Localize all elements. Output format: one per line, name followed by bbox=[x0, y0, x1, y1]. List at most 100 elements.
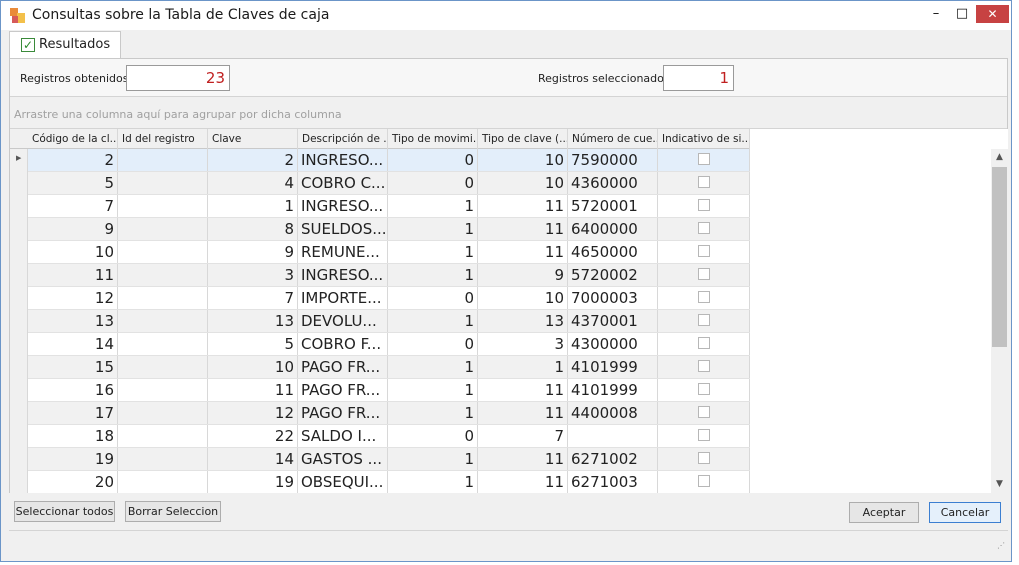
cell-descripcion[interactable]: INGRESO... bbox=[298, 149, 388, 171]
cell-id[interactable] bbox=[118, 310, 208, 332]
cell-indicativo[interactable] bbox=[658, 287, 750, 309]
maximize-button[interactable]: □ bbox=[951, 5, 973, 23]
cell-codigo[interactable]: 20 bbox=[28, 471, 118, 493]
scroll-up-icon[interactable]: ▲ bbox=[991, 149, 1008, 166]
minimize-button[interactable]: – bbox=[925, 5, 947, 23]
table-row[interactable]: 14 5 COBRO F... 0 3 4300000 bbox=[28, 333, 750, 356]
cell-descripcion[interactable]: PAGO FR... bbox=[298, 402, 388, 424]
cell-id[interactable] bbox=[118, 172, 208, 194]
cell-descripcion[interactable]: DEVOLU... bbox=[298, 310, 388, 332]
cell-clave[interactable]: 14 bbox=[208, 448, 298, 470]
cell-indicativo[interactable] bbox=[658, 218, 750, 240]
cell-numero-cuenta[interactable]: 7000003 bbox=[568, 287, 658, 309]
cell-indicativo[interactable] bbox=[658, 310, 750, 332]
table-row[interactable]: 19 14 GASTOS ... 1 11 6271002 bbox=[28, 448, 750, 471]
cell-tipo-clave[interactable]: 9 bbox=[478, 264, 568, 286]
cell-numero-cuenta[interactable]: 5720002 bbox=[568, 264, 658, 286]
cell-tipo-movimiento[interactable]: 0 bbox=[388, 287, 478, 309]
cell-codigo[interactable]: 5 bbox=[28, 172, 118, 194]
cell-tipo-movimiento[interactable]: 1 bbox=[388, 218, 478, 240]
cell-numero-cuenta[interactable]: 6271002 bbox=[568, 448, 658, 470]
column-header-clave[interactable]: Clave bbox=[208, 129, 298, 149]
cell-indicativo[interactable] bbox=[658, 149, 750, 171]
vertical-scrollbar[interactable]: ▲ ▼ bbox=[991, 149, 1008, 493]
select-all-button[interactable]: Seleccionar todos bbox=[14, 501, 115, 522]
column-header-tipo-clave[interactable]: Tipo de clave (... bbox=[478, 129, 568, 149]
table-row[interactable]: 9 8 SUELDOS... 1 11 6400000 bbox=[28, 218, 750, 241]
cell-descripcion[interactable]: PAGO FR... bbox=[298, 356, 388, 378]
cell-descripcion[interactable]: OBSEQUI... bbox=[298, 471, 388, 493]
table-row[interactable]: 11 3 INGRESO... 1 9 5720002 bbox=[28, 264, 750, 287]
cell-codigo[interactable]: 19 bbox=[28, 448, 118, 470]
cell-numero-cuenta[interactable]: 4650000 bbox=[568, 241, 658, 263]
indicativo-checkbox[interactable] bbox=[698, 383, 710, 395]
cell-tipo-clave[interactable]: 1 bbox=[478, 356, 568, 378]
cell-tipo-movimiento[interactable]: 1 bbox=[388, 310, 478, 332]
column-header-descripcion[interactable]: Descripción de ... bbox=[298, 129, 388, 149]
table-row[interactable]: 10 9 REMUNE... 1 11 4650000 bbox=[28, 241, 750, 264]
indicativo-checkbox[interactable] bbox=[698, 245, 710, 257]
cell-numero-cuenta[interactable]: 6400000 bbox=[568, 218, 658, 240]
cell-indicativo[interactable] bbox=[658, 425, 750, 447]
indicativo-checkbox[interactable] bbox=[698, 222, 710, 234]
cell-codigo[interactable]: 15 bbox=[28, 356, 118, 378]
cell-id[interactable] bbox=[118, 149, 208, 171]
cell-descripcion[interactable]: INGRESO... bbox=[298, 195, 388, 217]
cell-clave[interactable]: 7 bbox=[208, 287, 298, 309]
cell-id[interactable] bbox=[118, 333, 208, 355]
cell-clave[interactable]: 3 bbox=[208, 264, 298, 286]
cell-indicativo[interactable] bbox=[658, 356, 750, 378]
cell-tipo-clave[interactable]: 11 bbox=[478, 448, 568, 470]
table-row[interactable]: 12 7 IMPORTE... 0 10 7000003 bbox=[28, 287, 750, 310]
indicativo-checkbox[interactable] bbox=[698, 360, 710, 372]
cell-tipo-clave[interactable]: 7 bbox=[478, 425, 568, 447]
cell-descripcion[interactable]: IMPORTE... bbox=[298, 287, 388, 309]
table-row[interactable]: 18 22 SALDO I... 0 7 bbox=[28, 425, 750, 448]
scroll-down-icon[interactable]: ▼ bbox=[991, 476, 1008, 493]
cell-codigo[interactable]: 16 bbox=[28, 379, 118, 401]
cell-tipo-movimiento[interactable]: 1 bbox=[388, 379, 478, 401]
cell-tipo-movimiento[interactable]: 1 bbox=[388, 241, 478, 263]
indicativo-checkbox[interactable] bbox=[698, 291, 710, 303]
cell-clave[interactable]: 22 bbox=[208, 425, 298, 447]
cell-descripcion[interactable]: COBRO F... bbox=[298, 333, 388, 355]
cell-codigo[interactable]: 18 bbox=[28, 425, 118, 447]
table-row[interactable]: 20 19 OBSEQUI... 1 11 6271003 bbox=[28, 471, 750, 493]
cell-tipo-clave[interactable]: 11 bbox=[478, 195, 568, 217]
table-row[interactable]: 15 10 PAGO FR... 1 1 4101999 bbox=[28, 356, 750, 379]
cell-tipo-clave[interactable]: 11 bbox=[478, 379, 568, 401]
column-header-numero-cuenta[interactable]: Número de cue... bbox=[568, 129, 658, 149]
close-button[interactable]: ✕ bbox=[976, 5, 1009, 23]
table-row[interactable]: 7 1 INGRESO... 1 11 5720001 bbox=[28, 195, 750, 218]
cell-numero-cuenta[interactable]: 7590000 bbox=[568, 149, 658, 171]
cell-codigo[interactable]: 11 bbox=[28, 264, 118, 286]
indicativo-checkbox[interactable] bbox=[698, 452, 710, 464]
column-header-id[interactable]: Id del registro bbox=[118, 129, 208, 149]
accept-button[interactable]: Aceptar bbox=[849, 502, 919, 523]
cell-numero-cuenta[interactable]: 4360000 bbox=[568, 172, 658, 194]
cell-id[interactable] bbox=[118, 195, 208, 217]
indicativo-checkbox[interactable] bbox=[698, 337, 710, 349]
cell-codigo[interactable]: 12 bbox=[28, 287, 118, 309]
cell-indicativo[interactable] bbox=[658, 333, 750, 355]
cell-indicativo[interactable] bbox=[658, 379, 750, 401]
cell-tipo-movimiento[interactable]: 0 bbox=[388, 333, 478, 355]
table-row[interactable]: 13 13 DEVOLU... 1 13 4370001 bbox=[28, 310, 750, 333]
cell-tipo-clave[interactable]: 11 bbox=[478, 471, 568, 493]
cell-indicativo[interactable] bbox=[658, 172, 750, 194]
cell-indicativo[interactable] bbox=[658, 195, 750, 217]
cell-tipo-clave[interactable]: 10 bbox=[478, 149, 568, 171]
cell-indicativo[interactable] bbox=[658, 402, 750, 424]
cell-id[interactable] bbox=[118, 379, 208, 401]
cell-id[interactable] bbox=[118, 356, 208, 378]
indicativo-checkbox[interactable] bbox=[698, 153, 710, 165]
indicativo-checkbox[interactable] bbox=[698, 314, 710, 326]
indicativo-checkbox[interactable] bbox=[698, 429, 710, 441]
resize-grip-icon[interactable]: ⋰ bbox=[997, 541, 1005, 550]
cell-numero-cuenta[interactable]: 5720001 bbox=[568, 195, 658, 217]
cell-id[interactable] bbox=[118, 218, 208, 240]
cell-clave[interactable]: 9 bbox=[208, 241, 298, 263]
table-row[interactable]: 16 11 PAGO FR... 1 11 4101999 bbox=[28, 379, 750, 402]
cell-descripcion[interactable]: SUELDOS... bbox=[298, 218, 388, 240]
cancel-button[interactable]: Cancelar bbox=[929, 502, 1001, 523]
